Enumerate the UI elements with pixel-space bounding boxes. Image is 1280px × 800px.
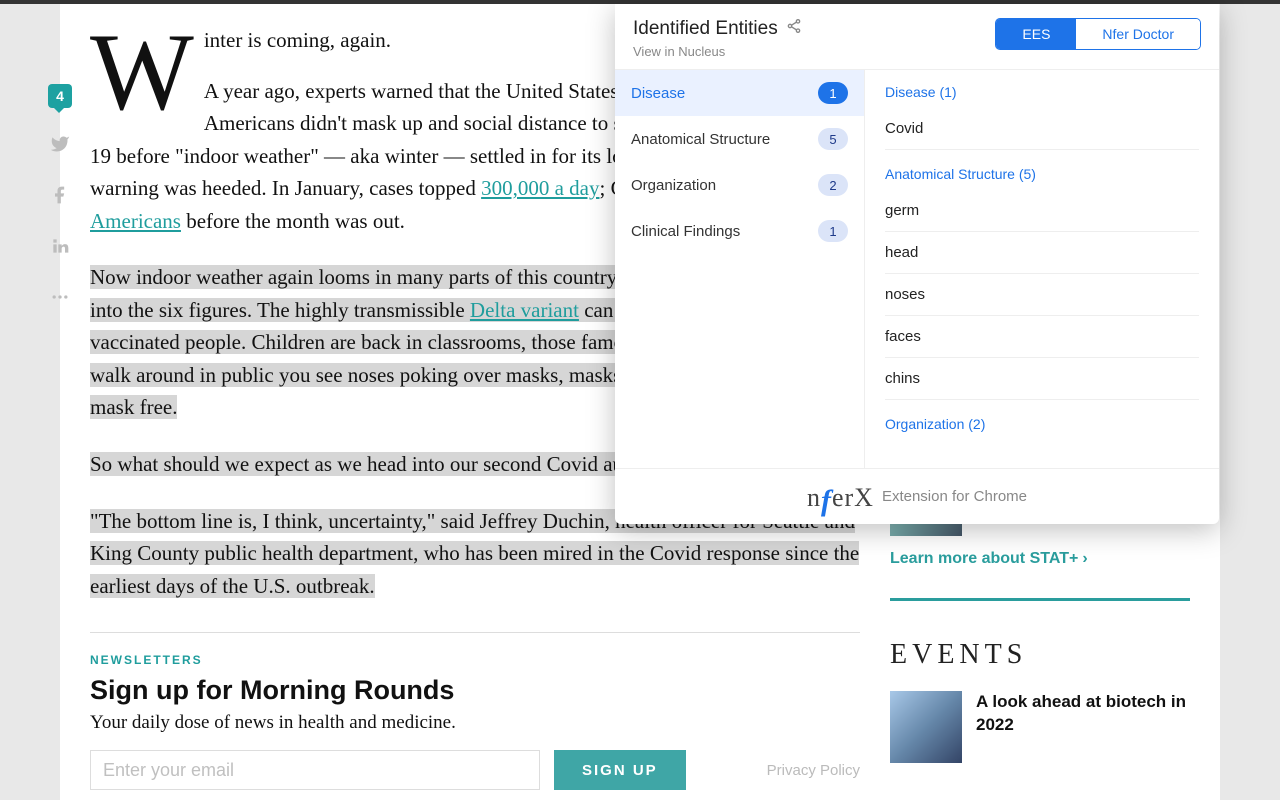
events-card: EVENTS A look ahead at biotech in 2022 [890, 598, 1190, 797]
tab-segmented-control: EES Nfer Doctor [995, 18, 1201, 50]
extension-body: Disease 1 Anatomical Structure 5 Organizatio… [615, 69, 1219, 468]
category-item[interactable]: Disease 1 [615, 70, 864, 116]
privacy-policy-link[interactable]: Privacy Policy [767, 762, 860, 779]
logo-part: f [821, 484, 832, 517]
count-pill: 1 [818, 220, 848, 242]
email-field[interactable] [90, 750, 540, 790]
extension-footer: nferX Extension for Chrome [615, 468, 1219, 524]
extension-header: Identified Entities View in Nucleus EES … [615, 4, 1219, 69]
footer-text: Extension for Chrome [882, 488, 1027, 505]
logo-part: erX [832, 483, 874, 512]
entity-item[interactable]: chins [885, 358, 1199, 400]
share-icon[interactable] [786, 18, 802, 40]
event-thumbnail [890, 691, 962, 763]
extension-panel: Identified Entities View in Nucleus EES … [615, 4, 1219, 524]
event-title: A look ahead at biotech in 2022 [976, 691, 1190, 763]
logo-part: n [807, 483, 821, 512]
group-heading[interactable]: Anatomical Structure (5) [885, 166, 1199, 182]
linkedin-icon[interactable] [50, 236, 70, 261]
entity-item[interactable]: germ [885, 190, 1199, 232]
entity-item[interactable]: Covid [885, 108, 1199, 150]
chevron-right-icon: › [1082, 550, 1087, 568]
tab-nfer-doctor[interactable]: Nfer Doctor [1076, 19, 1200, 49]
category-label: Disease [631, 85, 685, 102]
entity-item[interactable]: faces [885, 316, 1199, 358]
view-in-nucleus-link[interactable]: View in Nucleus [633, 44, 802, 59]
category-item[interactable]: Clinical Findings 1 [615, 208, 864, 254]
category-item[interactable]: Anatomical Structure 5 [615, 116, 864, 162]
learn-more-link[interactable]: Learn more about STAT+ › [890, 550, 1088, 568]
extension-title-block: Identified Entities View in Nucleus [633, 18, 802, 59]
count-pill: 5 [818, 128, 848, 150]
extension-title: Identified Entities [633, 18, 802, 40]
newsletter-title: Sign up for Morning Rounds [90, 675, 860, 706]
newsletter-box: NEWSLETTERS Sign up for Morning Rounds Y… [90, 632, 860, 790]
link-text: Learn more about STAT+ [890, 550, 1078, 568]
nferx-logo: nferX [807, 480, 874, 514]
entity-item[interactable]: head [885, 232, 1199, 274]
more-icon[interactable] [50, 287, 70, 312]
category-label: Organization [631, 177, 716, 194]
title-text: Identified Entities [633, 18, 778, 40]
social-rail: 4 [42, 84, 78, 312]
signup-button[interactable]: SIGN UP [554, 750, 686, 790]
tab-ees[interactable]: EES [996, 19, 1076, 49]
category-label: Anatomical Structure [631, 131, 770, 148]
share-count-badge: 4 [48, 84, 72, 108]
entity-item[interactable]: noses [885, 274, 1199, 316]
newsletter-description: Your daily dose of news in health and me… [90, 712, 860, 734]
article-text: inter is coming, again. [204, 28, 391, 52]
newsletter-form-row: SIGN UP Privacy Policy [90, 750, 860, 790]
group-heading[interactable]: Disease (1) [885, 84, 1199, 100]
category-list: Disease 1 Anatomical Structure 5 Organizatio… [615, 70, 865, 468]
category-label: Clinical Findings [631, 223, 740, 240]
count-pill: 2 [818, 174, 848, 196]
article-text: before the month was out. [181, 209, 405, 233]
article-link[interactable]: 300,000 a day [481, 176, 599, 200]
newsletter-eyebrow: NEWSLETTERS [90, 653, 860, 667]
dropcap: W [90, 24, 204, 116]
group-heading[interactable]: Organization (2) [885, 416, 1199, 432]
article-link[interactable]: Delta variant [470, 298, 579, 322]
category-item[interactable]: Organization 2 [615, 162, 864, 208]
facebook-icon[interactable] [50, 185, 70, 210]
detail-pane: Disease (1) Covid Anatomical Structure (5)… [865, 70, 1219, 468]
event-item[interactable]: A look ahead at biotech in 2022 [890, 691, 1190, 763]
events-heading: EVENTS [890, 639, 1190, 671]
twitter-icon[interactable] [50, 134, 70, 159]
count-pill: 1 [818, 82, 848, 104]
